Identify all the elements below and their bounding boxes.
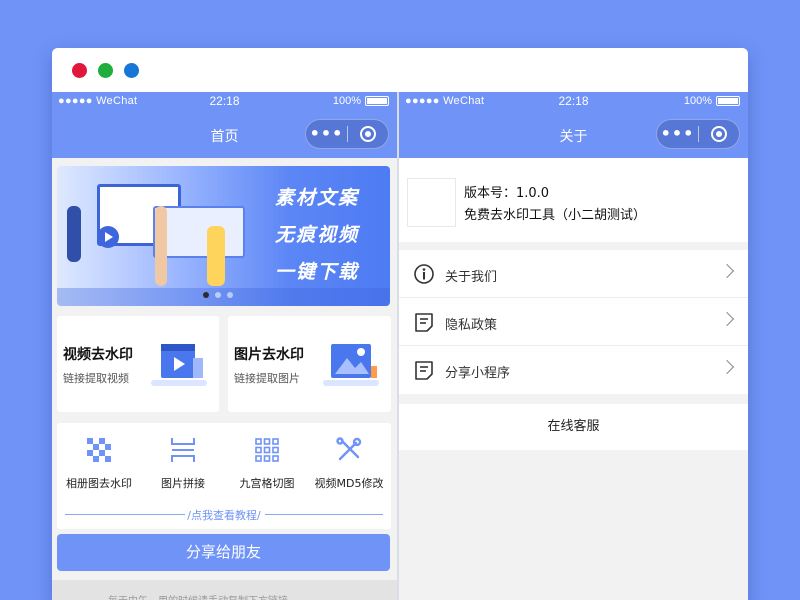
nav-bar: 关于 •••: [399, 112, 748, 158]
person-illustration: [207, 226, 225, 286]
app-description: 免费去水印工具（小二胡测试）: [464, 208, 647, 223]
chevron-right-icon: [719, 311, 735, 327]
window-titlebar: [52, 48, 748, 92]
card-title: 图片去水印: [234, 347, 304, 363]
status-bar: ●●●●● WeChat 22:18 100%: [399, 92, 748, 112]
card-subtitle: 链接提取图片: [234, 372, 300, 385]
status-bar: ●●●●● WeChat 22:18 100%: [52, 92, 397, 112]
image-watermark-card[interactable]: 图片去水印 链接提取图片: [228, 316, 391, 412]
battery-percent: 100%: [332, 95, 361, 107]
battery-icon: [716, 96, 740, 106]
close-mini-program-button[interactable]: [348, 126, 388, 142]
carousel-dot[interactable]: [215, 292, 221, 298]
more-menu-button[interactable]: •••: [657, 119, 698, 149]
tool-video-md5[interactable]: 视频MD5修改: [307, 435, 391, 491]
about-menu: 关于我们 隐私政策 分享小程序: [399, 250, 748, 394]
play-icon: [97, 226, 119, 248]
picture-icon: [323, 344, 379, 386]
tool-image-stitch[interactable]: 图片拼接: [141, 435, 225, 491]
carousel-indicator: [203, 292, 233, 298]
person-illustration: [155, 206, 167, 286]
card-subtitle: 链接提取视频: [63, 372, 129, 385]
browser-window: ●●●●● WeChat 22:18 100% 首页 ••• 素材文案 无痕视频…: [52, 48, 748, 600]
battery-percent: 100%: [683, 95, 712, 107]
chevron-right-icon: [719, 359, 735, 375]
close-window-button[interactable]: [72, 63, 87, 78]
promo-banner[interactable]: 素材文案 无痕视频 一键下载: [57, 166, 390, 306]
app-info: 版本号：1.0.0 免费去水印工具（小二胡测试）: [399, 158, 748, 242]
minimize-window-button[interactable]: [98, 63, 113, 78]
maximize-window-button[interactable]: [124, 63, 139, 78]
grid-icon: [255, 438, 279, 462]
share-doc-icon: [415, 361, 433, 380]
close-mini-program-button[interactable]: [699, 126, 739, 142]
tool-album-watermark[interactable]: 相册图去水印: [57, 435, 141, 491]
menu-item-privacy-policy[interactable]: 隐私政策: [399, 298, 748, 346]
carousel-dot[interactable]: [203, 292, 209, 298]
mini-program-capsule: •••: [305, 119, 389, 149]
card-title: 视频去水印: [63, 347, 133, 363]
video-watermark-card[interactable]: 视频去水印 链接提取视频: [57, 316, 219, 412]
menu-item-about-us[interactable]: 关于我们: [399, 250, 748, 298]
footer-notice: 每天中午，用的时候请手动复制下方链接: [52, 580, 397, 600]
image-stitch-icon: [171, 438, 195, 462]
share-to-friends-button[interactable]: 分享给朋友: [57, 534, 390, 571]
target-icon: [710, 126, 727, 142]
customer-service-button[interactable]: 在线客服: [399, 404, 748, 450]
version-label: 版本号：1.0.0: [464, 186, 550, 201]
video-clapper-icon: [151, 344, 207, 386]
chevron-right-icon: [719, 263, 735, 279]
tools-icon: [336, 437, 362, 461]
footer-text: 每天中午，用的时候请手动复制下方链接: [108, 592, 348, 600]
mosaic-icon: [87, 438, 111, 462]
banner-slogan: 素材文案 无痕视频 一键下载: [274, 187, 359, 283]
home-screen: ●●●●● WeChat 22:18 100% 首页 ••• 素材文案 无痕视频…: [52, 92, 399, 600]
mini-program-capsule: •••: [656, 119, 740, 149]
carousel-dot[interactable]: [227, 292, 233, 298]
document-icon: [415, 313, 433, 332]
tools-panel: 相册图去水印 图片拼接 九宫格切图 视频MD5修改 /点我查看教程/: [57, 423, 391, 529]
menu-item-share-mini-program[interactable]: 分享小程序: [399, 346, 748, 394]
tutorial-link[interactable]: /点我查看教程/: [65, 507, 383, 522]
person-illustration: [67, 206, 81, 262]
app-logo: [407, 178, 456, 227]
battery-icon: [365, 96, 389, 106]
target-icon: [359, 126, 376, 142]
info-icon: [414, 264, 434, 284]
about-screen: ●●●●● WeChat 22:18 100% 关于 ••• 版本号：1.0.0: [399, 92, 748, 600]
nav-bar: 首页 •••: [52, 112, 397, 158]
tool-grid-cut[interactable]: 九宫格切图: [225, 435, 309, 491]
more-menu-button[interactable]: •••: [306, 119, 347, 149]
